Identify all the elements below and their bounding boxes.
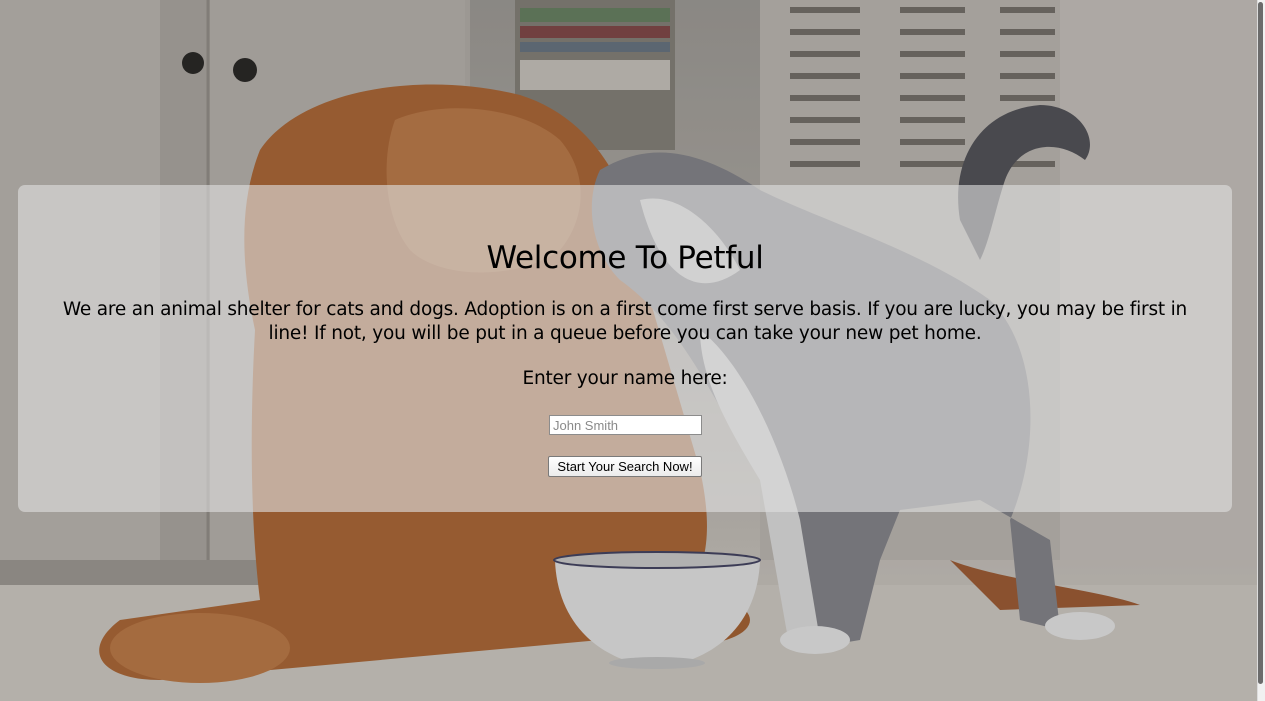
name-input[interactable] xyxy=(549,415,702,435)
page-title: Welcome To Petful xyxy=(486,240,764,276)
start-search-button[interactable]: Start Your Search Now! xyxy=(548,456,702,477)
landing-page: Welcome To Petful We are an animal shelt… xyxy=(0,0,1265,701)
scrollbar-thumb[interactable] xyxy=(1258,2,1263,684)
welcome-description: We are an animal shelter for cats and do… xyxy=(62,299,1188,344)
welcome-panel: Welcome To Petful We are an animal shelt… xyxy=(18,185,1232,512)
name-prompt-label: Enter your name here: xyxy=(522,368,728,389)
